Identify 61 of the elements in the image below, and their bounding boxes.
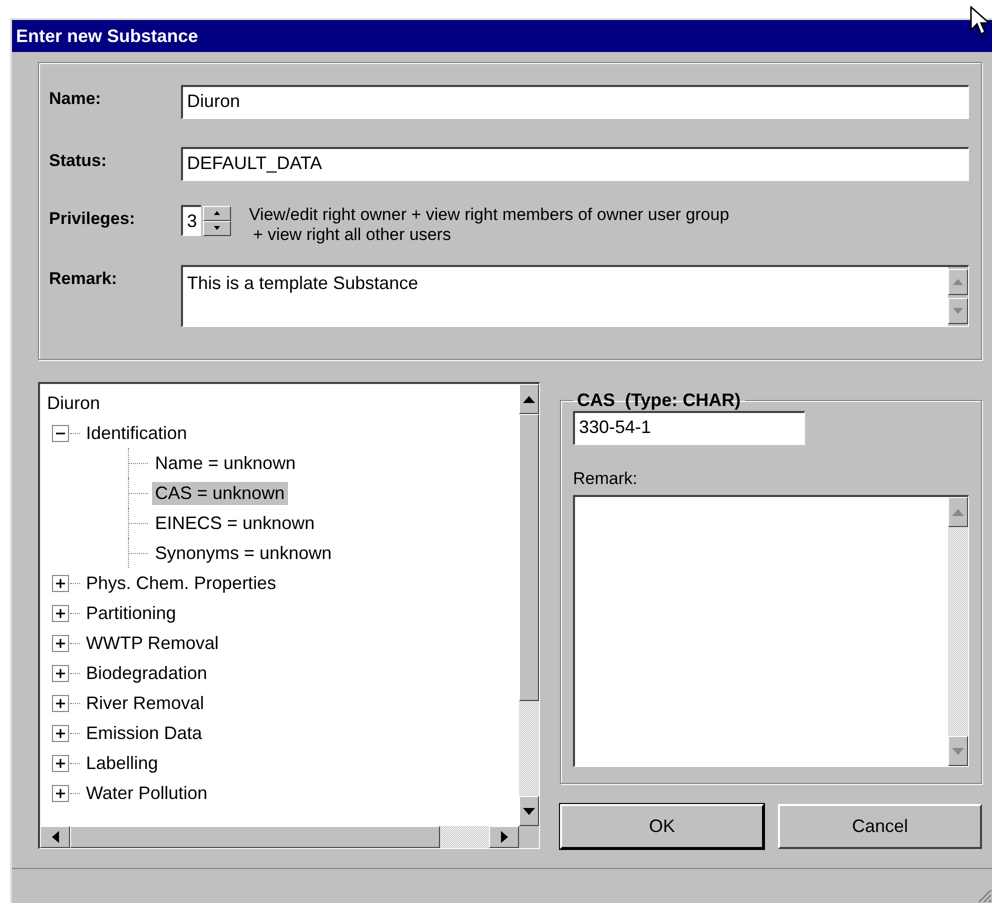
dialog-button[interactable]: OK <box>560 804 764 849</box>
field-label: Privileges: <box>49 208 136 229</box>
privileges-description: View/edit right owner + view right members of owner user group <box>249 205 730 225</box>
tree-item[interactable]: Diuron <box>44 392 104 414</box>
expand-icon[interactable] <box>52 724 69 742</box>
scroll-thumb[interactable] <box>70 826 440 848</box>
collapse-icon[interactable] <box>52 424 69 442</box>
remark-field[interactable] <box>573 495 969 767</box>
remark-field[interactable]: This is a template Substance <box>181 265 969 327</box>
expand-icon[interactable] <box>52 754 69 772</box>
down-arrow-icon <box>953 308 963 314</box>
scroll-thumb[interactable] <box>519 414 539 701</box>
field-label: Name: <box>49 88 102 109</box>
cas-field[interactable]: 330-54-1 <box>573 411 805 445</box>
right-arrow-icon <box>500 831 508 843</box>
up-arrow-icon <box>952 508 964 516</box>
tree-item[interactable]: CAS = unknown <box>152 482 288 504</box>
field-label: Status: <box>49 150 108 171</box>
vertical-scrollbar[interactable] <box>519 384 539 826</box>
tree-item[interactable]: Labelling <box>83 752 162 774</box>
window-title: Enter new Substance <box>16 26 198 46</box>
tree-item[interactable]: EINECS = unknown <box>152 512 318 534</box>
scroll-up-button[interactable] <box>948 497 968 527</box>
privileges-spin-field[interactable]: 3 <box>181 205 202 236</box>
expand-icon[interactable] <box>52 784 69 802</box>
tree-item[interactable]: Partitioning <box>83 602 180 624</box>
field-label: Remark: <box>49 268 118 289</box>
up-arrow-icon <box>953 279 963 285</box>
group-title: CAS (Type: CHAR) <box>576 390 742 411</box>
down-arrow-icon <box>523 808 535 814</box>
up-arrow-icon <box>523 396 535 402</box>
tree-item[interactable]: Biodegradation <box>83 662 210 684</box>
status-field[interactable]: DEFAULT_DATA <box>181 147 969 181</box>
tree-item[interactable]: River Removal <box>83 692 208 714</box>
expand-icon[interactable] <box>52 574 69 592</box>
tree-item[interactable]: Name = unknown <box>152 452 299 474</box>
name-field[interactable]: Diuron <box>181 85 969 119</box>
expand-icon[interactable] <box>52 604 69 622</box>
tree-item[interactable]: Synonyms = unknown <box>152 542 335 564</box>
left-arrow-icon <box>52 831 58 843</box>
spin-up-button[interactable] <box>203 206 232 220</box>
expand-icon[interactable] <box>52 634 69 652</box>
horizontal-scrollbar[interactable] <box>40 826 519 848</box>
scroll-down-button[interactable] <box>948 736 968 766</box>
resize-grip-icon <box>976 887 992 903</box>
expand-icon[interactable] <box>52 664 69 682</box>
tree-item[interactable]: Emission Data <box>83 722 206 744</box>
dialog-button[interactable]: Cancel <box>778 804 982 849</box>
up-arrow-icon <box>214 211 220 215</box>
tree-item[interactable]: Phys. Chem. Properties <box>83 572 280 594</box>
scroll-up-button[interactable] <box>948 269 968 295</box>
down-arrow-icon <box>214 226 220 230</box>
field-label: Remark: <box>573 469 638 489</box>
down-arrow-icon <box>952 748 964 754</box>
tree-item[interactable]: Water Pollution <box>83 782 210 804</box>
privileges-description: + view right all other users <box>252 225 452 245</box>
scroll-down-button[interactable] <box>948 298 968 324</box>
tree-item[interactable]: WWTP Removal <box>83 632 222 654</box>
tree-item[interactable]: Identification <box>83 422 190 444</box>
spin-down-button[interactable] <box>203 220 232 236</box>
expand-icon[interactable] <box>52 694 69 712</box>
